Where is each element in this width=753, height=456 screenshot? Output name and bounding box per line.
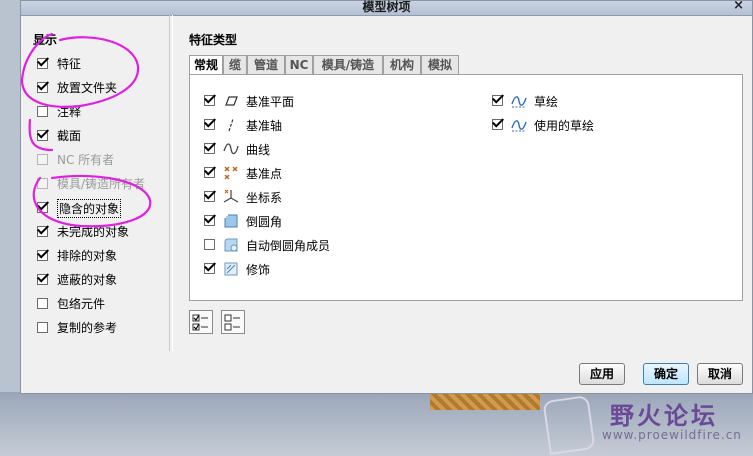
tab-cable[interactable]: 缆 (223, 55, 247, 74)
select-all-icon (192, 314, 208, 331)
auto-round-member-icon (224, 238, 238, 252)
checkbox[interactable] (37, 58, 48, 69)
checkbox[interactable] (204, 95, 215, 106)
ok-button[interactable]: 确定 (643, 363, 689, 385)
cosmetic-icon (224, 262, 238, 276)
datum-axis-icon (228, 118, 234, 132)
checkbox[interactable] (37, 82, 48, 93)
checkbox[interactable] (37, 226, 48, 237)
select-all-button[interactable] (189, 310, 213, 334)
checkbox[interactable] (37, 274, 48, 285)
checkbox[interactable] (37, 202, 48, 213)
checkbox[interactable] (204, 191, 215, 202)
feature-types-panel: 基准平面 基准轴 曲线 基准点 坐标系 倒圆角 自动倒圆角成员 修饰 草绘 使用… (189, 74, 743, 301)
checkbox (37, 154, 48, 165)
clear-all-button[interactable] (221, 310, 245, 334)
display-section-title: 显示 (33, 33, 58, 47)
checkbox[interactable] (204, 263, 215, 274)
checkbox[interactable] (37, 250, 48, 261)
checkbox[interactable] (37, 322, 48, 333)
background-model-object (430, 392, 540, 410)
apply-button[interactable]: 应用 (579, 363, 625, 385)
tab-nc[interactable]: NC (285, 55, 313, 74)
dialog-titlebar[interactable]: 模型树项 × (21, 0, 752, 16)
coordinate-system-icon (223, 189, 239, 203)
datum-point-icon (224, 166, 238, 180)
watermark-url: www.proewildfire.cn (602, 428, 742, 442)
tab-mold-casting[interactable]: 模具/铸造 (313, 55, 383, 74)
round-icon (224, 214, 238, 228)
sketch-icon (511, 96, 527, 108)
tab-mechanism[interactable]: 机构 (383, 55, 421, 74)
checkbox[interactable] (204, 167, 215, 178)
divider (169, 15, 173, 351)
close-icon[interactable]: × (733, 0, 744, 13)
checkbox[interactable] (492, 95, 503, 106)
curve-icon (223, 143, 239, 155)
checkbox[interactable] (37, 298, 48, 309)
checkbox[interactable] (204, 143, 215, 154)
cancel-button[interactable]: 取消 (697, 363, 743, 385)
clear-all-icon (224, 314, 240, 331)
checkbox[interactable] (204, 215, 215, 226)
display-panel: 显示 特征 放置文件夹 注释 截面 NC 所有者 模具/铸造所有者 隐含的对象 … (33, 33, 146, 335)
checkbox[interactable] (37, 130, 48, 141)
watermark-logo-icon (542, 395, 596, 455)
watermark-title: 野火论坛 (610, 402, 718, 430)
checkbox[interactable] (204, 119, 215, 130)
tab-simulation[interactable]: 模拟 (421, 55, 459, 74)
checkbox[interactable] (37, 106, 48, 117)
checkbox[interactable] (204, 239, 215, 250)
dialog-title: 模型树项 (362, 0, 411, 14)
watermark: 野火论坛 www.proewildfire.cn (540, 392, 753, 456)
used-sketch-icon (511, 120, 527, 132)
datum-plane-icon (225, 96, 238, 106)
model-tree-items-dialog: 模型树项 × 显示 特征 放置文件夹 注释 截面 NC 所有者 模具/铸造所有者… (20, 0, 753, 394)
checkbox (37, 178, 48, 189)
tab-general[interactable]: 常规 (189, 55, 223, 76)
checkbox[interactable] (492, 119, 503, 130)
tab-piping[interactable]: 管道 (247, 55, 285, 74)
feature-types-title: 特征类型 (189, 33, 238, 47)
